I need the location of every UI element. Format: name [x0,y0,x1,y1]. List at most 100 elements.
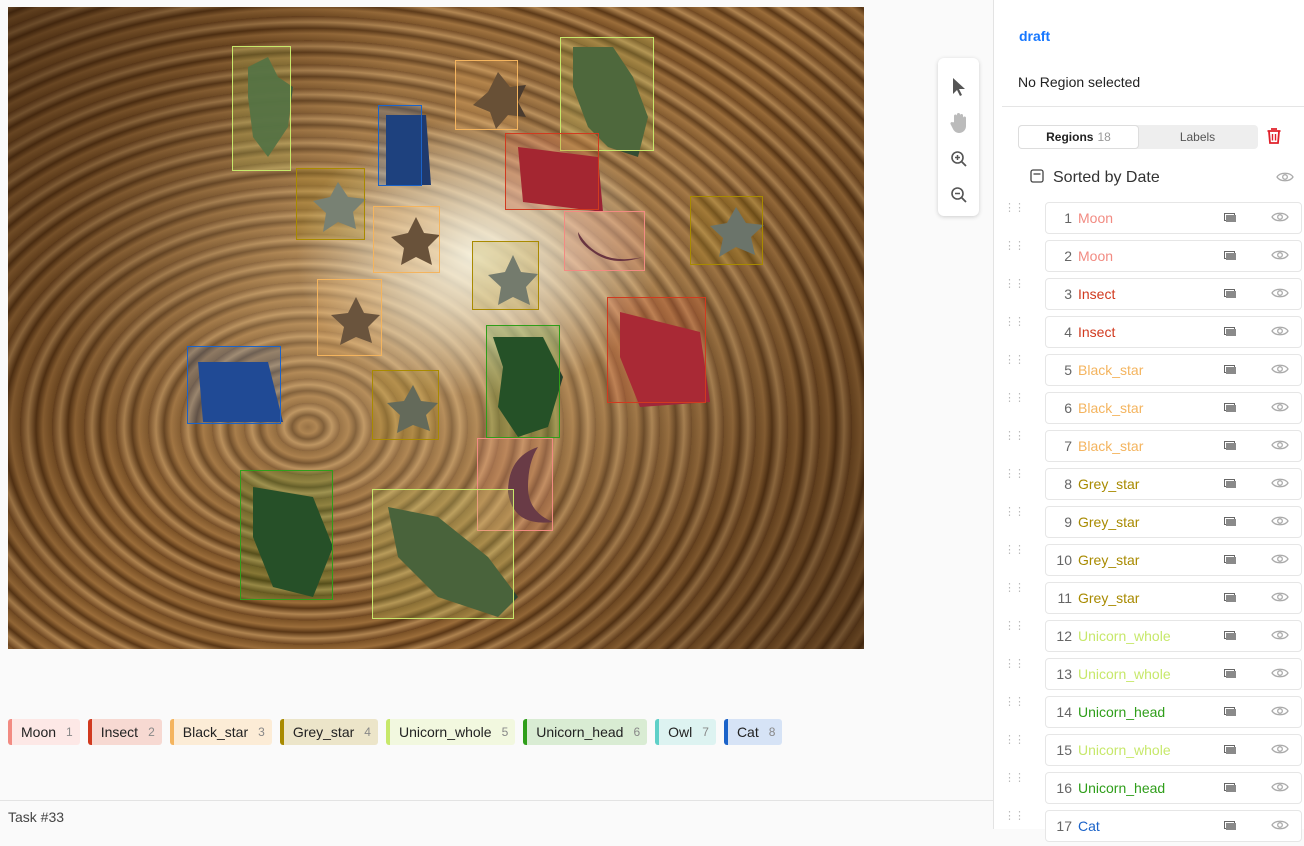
region-item[interactable]: 1 Moon [1045,202,1302,234]
region-index: 17 [1056,818,1072,834]
eye-icon[interactable] [1276,170,1294,188]
zoom-out-icon[interactable] [946,182,972,208]
rectangle-icon [1224,248,1237,264]
label-chip-name: Unicorn_head [536,724,624,740]
region-item[interactable]: 16 Unicorn_head [1045,772,1302,804]
bbox-insect[interactable] [607,297,706,403]
eye-icon[interactable] [1271,742,1289,758]
region-label: Unicorn_head [1078,704,1166,720]
tab-regions[interactable]: Regions 18 [1019,126,1138,148]
region-item[interactable]: 15 Unicorn_whole [1045,734,1302,766]
annotation-image[interactable] [8,7,864,649]
eye-icon[interactable] [1271,628,1289,644]
drag-handle-icon[interactable]: ⋮⋮ [1004,469,1025,480]
drag-handle-icon[interactable]: ⋮⋮ [1004,241,1025,252]
label-chip[interactable]: Cat 8 [723,719,783,745]
bbox-black-star[interactable] [317,279,382,356]
drag-handle-icon[interactable]: ⋮⋮ [1004,203,1025,214]
cursor-icon[interactable] [946,74,972,100]
bbox-black-star[interactable] [455,60,518,130]
eye-icon[interactable] [1271,248,1289,264]
bbox-unicorn-head[interactable] [240,470,333,600]
region-row: ⋮⋮ 14 Unicorn_head [1002,694,1304,732]
label-chip[interactable]: Unicorn_whole 5 [385,719,516,745]
sort-control[interactable]: Sorted by Date [1030,166,1300,190]
drag-handle-icon[interactable]: ⋮⋮ [1004,583,1025,594]
drag-handle-icon[interactable]: ⋮⋮ [1004,355,1025,366]
region-item[interactable]: 5 Black_star [1045,354,1302,386]
label-chip[interactable]: Black_star 3 [169,719,272,745]
label-chip[interactable]: Moon 1 [8,719,80,745]
region-index: 1 [1064,210,1072,226]
label-chip[interactable]: Owl 7 [655,719,716,745]
bbox-grey-star[interactable] [690,196,763,265]
bbox-grey-star[interactable] [296,168,365,240]
eye-icon[interactable] [1271,818,1289,834]
region-item[interactable]: 10 Grey_star [1045,544,1302,576]
zoom-in-icon[interactable] [946,146,972,172]
bbox-unicorn-whole[interactable] [232,46,291,171]
bbox-insect[interactable] [505,133,599,210]
drag-handle-icon[interactable]: ⋮⋮ [1004,507,1025,518]
drag-handle-icon[interactable]: ⋮⋮ [1004,773,1025,784]
drag-handle-icon[interactable]: ⋮⋮ [1004,317,1025,328]
region-item[interactable]: 3 Insect [1045,278,1302,310]
drag-handle-icon[interactable]: ⋮⋮ [1004,697,1025,708]
region-item[interactable]: 17 Cat [1045,810,1302,842]
region-label: Moon [1078,210,1114,226]
region-item[interactable]: 2 Moon [1045,240,1302,272]
region-item[interactable]: 11 Grey_star [1045,582,1302,614]
region-item[interactable]: 14 Unicorn_head [1045,696,1302,728]
hand-icon[interactable] [946,110,972,136]
region-item[interactable]: 8 Grey_star [1045,468,1302,500]
label-chip[interactable]: Grey_star 4 [279,719,378,745]
eye-icon[interactable] [1271,438,1289,454]
eye-icon[interactable] [1271,514,1289,530]
drag-handle-icon[interactable]: ⋮⋮ [1004,393,1025,404]
rectangle-icon [1224,818,1237,834]
bbox-unicorn-head[interactable] [486,325,560,438]
drag-handle-icon[interactable]: ⋮⋮ [1004,659,1025,670]
eye-icon[interactable] [1271,780,1289,796]
label-chip-hotkey: 4 [364,725,371,739]
bbox-unicorn-whole[interactable] [372,489,514,619]
region-row: ⋮⋮ 12 Unicorn_whole [1002,618,1304,656]
bbox-cat[interactable] [187,346,281,424]
eye-icon[interactable] [1271,552,1289,568]
bbox-grey-star[interactable] [472,241,539,310]
label-chip-hotkey: 1 [66,725,73,739]
eye-icon[interactable] [1271,666,1289,682]
drag-handle-icon[interactable]: ⋮⋮ [1004,811,1025,822]
bbox-grey-star[interactable] [372,370,439,440]
region-item[interactable]: 9 Grey_star [1045,506,1302,538]
drag-handle-icon[interactable]: ⋮⋮ [1004,431,1025,442]
eye-icon[interactable] [1271,704,1289,720]
region-item[interactable]: 6 Black_star [1045,392,1302,424]
rectangle-icon [1224,704,1237,720]
trash-icon[interactable] [1266,127,1282,150]
region-item[interactable]: 7 Black_star [1045,430,1302,462]
bbox-cat[interactable] [378,105,422,186]
region-item[interactable]: 13 Unicorn_whole [1045,658,1302,690]
eye-icon[interactable] [1271,476,1289,492]
drag-handle-icon[interactable]: ⋮⋮ [1004,279,1025,290]
draft-link[interactable]: draft [1019,28,1050,44]
drag-handle-icon[interactable]: ⋮⋮ [1004,735,1025,746]
eye-icon[interactable] [1271,210,1289,226]
eye-icon[interactable] [1271,286,1289,302]
drag-handle-icon[interactable]: ⋮⋮ [1004,621,1025,632]
bbox-black-star[interactable] [373,206,440,273]
label-chip[interactable]: Insect 2 [87,719,162,745]
eye-icon[interactable] [1271,590,1289,606]
drag-handle-icon[interactable]: ⋮⋮ [1004,545,1025,556]
label-chip[interactable]: Unicorn_head 6 [523,719,648,745]
region-item[interactable]: 12 Unicorn_whole [1045,620,1302,652]
eye-icon[interactable] [1271,400,1289,416]
eye-icon[interactable] [1271,324,1289,340]
tab-labels[interactable]: Labels [1138,126,1257,148]
bbox-moon[interactable] [564,211,645,271]
eye-icon[interactable] [1271,362,1289,378]
label-bar: Moon 1 Insect 2 Black_star 3 Grey_star 4 Unicorn… [8,719,783,745]
region-row: ⋮⋮ 16 Unicorn_head [1002,770,1304,808]
region-item[interactable]: 4 Insect [1045,316,1302,348]
